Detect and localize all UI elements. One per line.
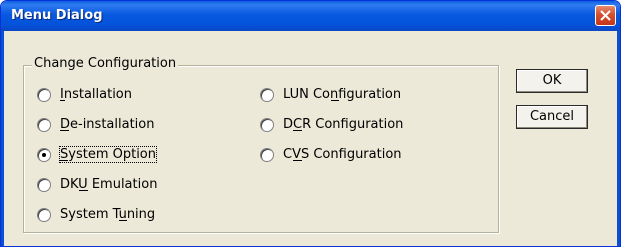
- radio-label-installation: Installation: [60, 87, 133, 102]
- radio-circle[interactable]: [37, 177, 51, 192]
- radio-label-cvs-configuration: CVS Configuration: [283, 147, 402, 162]
- menu-dialog-window: Menu Dialog Change Configuration Install…: [0, 0, 621, 247]
- radio-circle[interactable]: [37, 147, 51, 162]
- radio-circle[interactable]: [37, 87, 51, 102]
- radio-label-system-tuning: System Tuning: [60, 207, 156, 222]
- radio-system-tuning[interactable]: System Tuning: [37, 207, 155, 222]
- radio-label-dku-emulation: DKU Emulation: [60, 177, 158, 192]
- radio-dcr-configuration[interactable]: DCR Configuration: [260, 117, 403, 132]
- close-button[interactable]: [595, 5, 616, 26]
- radio-label-dcr-configuration: DCR Configuration: [283, 117, 404, 132]
- ok-button[interactable]: OK: [516, 69, 588, 93]
- group-label: Change Configuration: [32, 56, 179, 71]
- window-frame-left: [1, 31, 4, 246]
- cancel-button[interactable]: Cancel: [516, 105, 588, 129]
- radio-circle[interactable]: [260, 117, 274, 132]
- radio-circle[interactable]: [37, 117, 51, 132]
- radio-label-lun-configuration: LUN Configuration: [283, 87, 402, 102]
- window-title: Menu Dialog: [11, 8, 103, 23]
- radio-label-de-installation: De-installation: [60, 117, 155, 132]
- radio-installation[interactable]: Installation: [37, 87, 132, 102]
- radio-circle[interactable]: [260, 147, 274, 162]
- radio-cvs-configuration[interactable]: CVS Configuration: [260, 147, 402, 162]
- radio-label-system-option: System Option: [59, 146, 157, 163]
- title-bar[interactable]: Menu Dialog: [1, 1, 620, 31]
- radio-de-installation[interactable]: De-installation: [37, 117, 154, 132]
- radio-dku-emulation[interactable]: DKU Emulation: [37, 177, 157, 192]
- radio-circle[interactable]: [260, 87, 274, 102]
- radio-circle[interactable]: [37, 207, 51, 222]
- radio-lun-configuration[interactable]: LUN Configuration: [260, 87, 401, 102]
- radio-system-option[interactable]: System Option: [37, 146, 157, 163]
- window-frame-right: [617, 31, 620, 246]
- close-icon: [600, 10, 611, 21]
